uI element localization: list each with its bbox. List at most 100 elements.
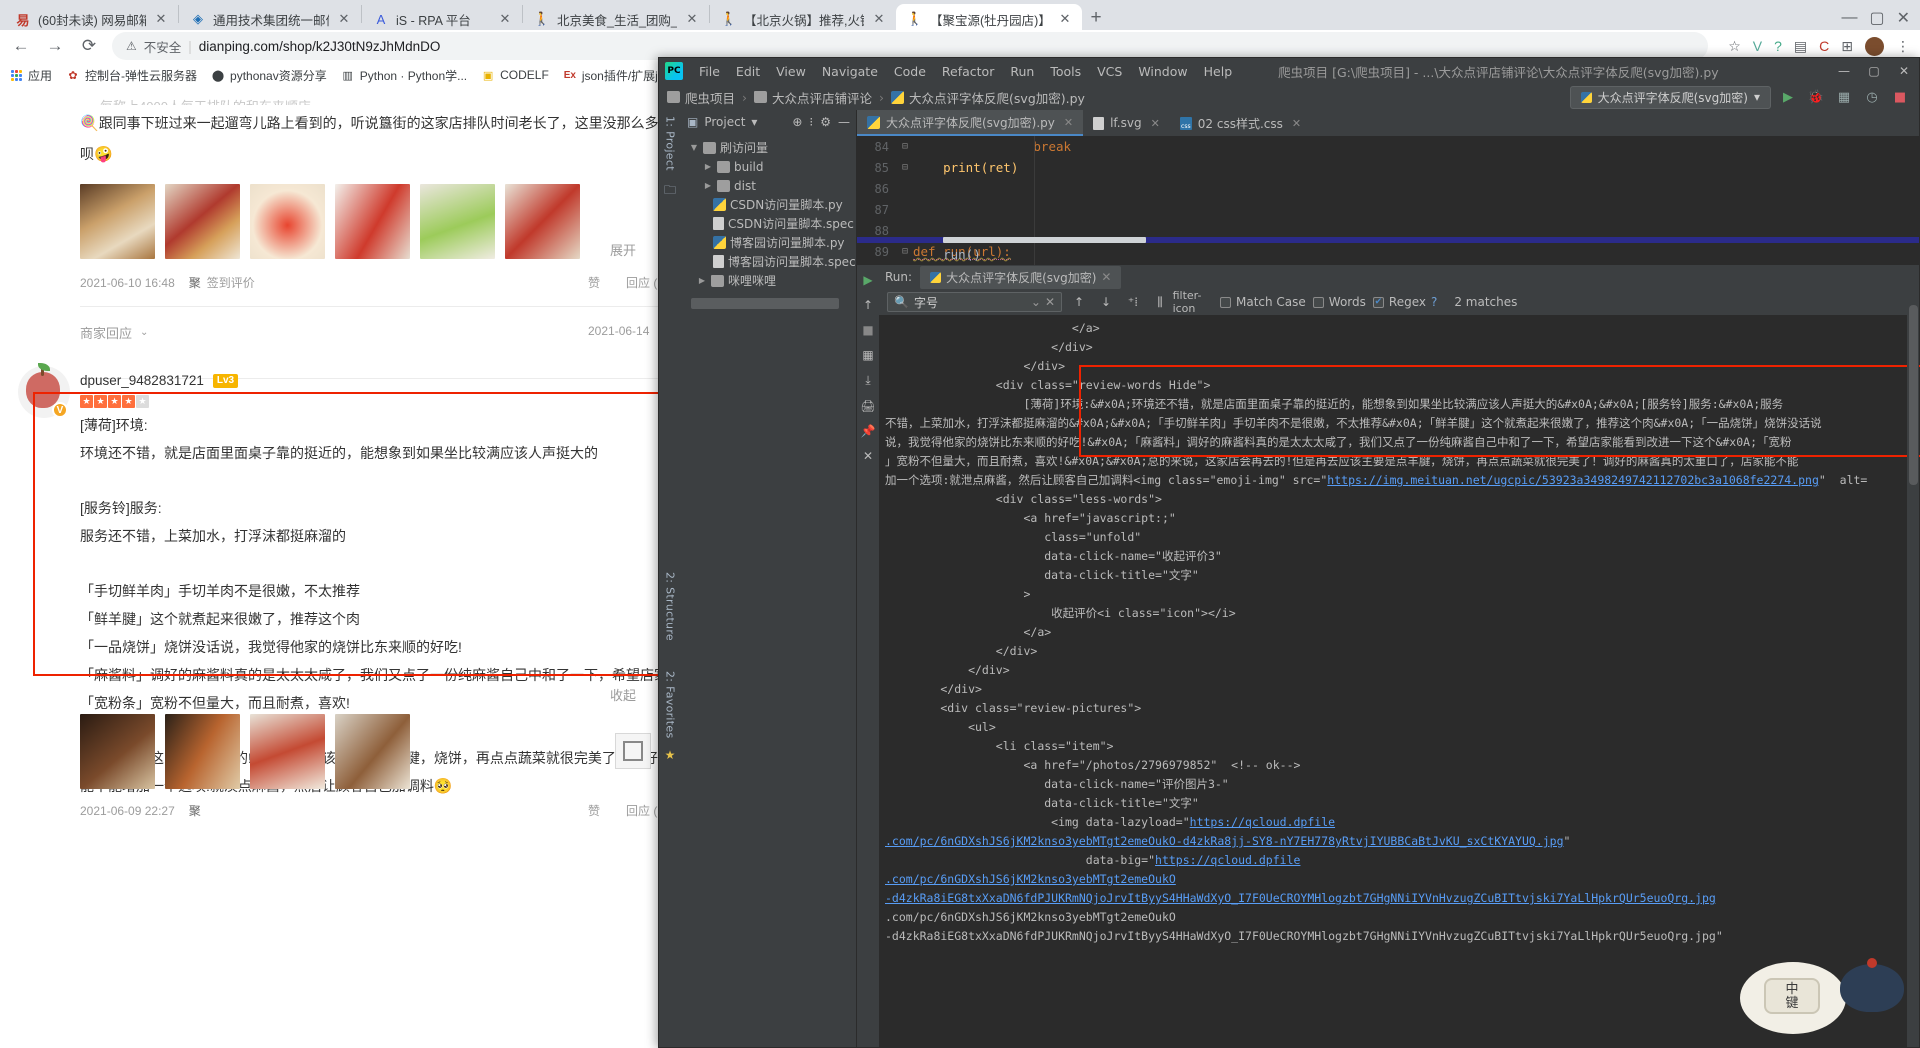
collapse-icon[interactable]: ⁝ (809, 115, 813, 129)
bookmark-pythonav[interactable]: ⬤ pythonav资源分享 (211, 67, 327, 84)
lazyload-url-link-cont[interactable]: .com/pc/6nGDXshJS6jKM2knso3yebMTgt2emeOu… (885, 834, 1564, 848)
tree-node-6[interactable]: 博客园访问量脚本.spec (681, 252, 856, 271)
close-icon[interactable]: ✕ (1292, 117, 1301, 130)
help-icon[interactable]: ? (1431, 295, 1437, 309)
reload-icon[interactable]: ⟳ (78, 36, 100, 56)
console-vertical-scrollbar[interactable] (1907, 265, 1919, 1047)
menu-tools[interactable]: Tools (1042, 61, 1089, 82)
close-icon[interactable]: ✕ (684, 11, 700, 27)
stop-run-icon[interactable]: ■ (862, 323, 873, 337)
close-icon[interactable]: ✕ (336, 11, 352, 27)
code-fold-icon[interactable]: ⊟ (897, 162, 913, 173)
review-photo[interactable] (250, 184, 325, 259)
project-tree-scrollbar[interactable] (691, 298, 839, 309)
bookmark-python[interactable]: ▥ Python · Python学... (341, 67, 467, 84)
debug-icon[interactable]: 🐞 (1805, 87, 1827, 107)
search-input[interactable]: 🔍 字号 ⌄ ✕ (887, 292, 1062, 312)
find-prev-button[interactable]: ↑ (1069, 292, 1089, 312)
tree-node-3[interactable]: CSDN访问量脚本.py (681, 195, 856, 214)
tree-node-5[interactable]: 博客园访问量脚本.py (681, 233, 856, 252)
review-photo[interactable] (80, 714, 155, 789)
editor-horizontal-scrollbar[interactable] (857, 237, 1919, 243)
image-url-link[interactable]: https://img.meituan.net/ugcpic/53923a349… (1327, 473, 1819, 487)
pin-icon[interactable]: 📌 (861, 424, 876, 438)
breadcrumb-item-folder[interactable]: 大众点评店铺评论 (754, 88, 872, 107)
new-tab-button[interactable]: + (1082, 4, 1110, 32)
editor-tab-css[interactable]: css 02 css样式.css ✕ (1170, 110, 1311, 136)
menu-help[interactable]: Help (1196, 61, 1241, 82)
back-icon[interactable]: ← (10, 36, 32, 56)
sidebar-item-structure[interactable]: 2: Structure (664, 572, 677, 641)
breadcrumb-item-project[interactable]: 爬虫项目 (667, 88, 735, 107)
chrome-menu-icon[interactable]: ⋮ (1896, 38, 1910, 55)
tree-node-4[interactable]: CSDN访问量脚本.spec (681, 214, 856, 233)
filter-icon[interactable]: filter-icon (1177, 292, 1197, 312)
tree-node-0[interactable]: ▼ 刷访问量 (681, 138, 856, 157)
like-button[interactable]: 赞 (588, 274, 600, 291)
review-photo[interactable] (165, 184, 240, 259)
close-icon[interactable]: ✕ (1064, 116, 1073, 129)
hide-icon[interactable]: — (838, 115, 850, 129)
sidebar-item-favorites[interactable]: 2: Favorites (664, 671, 677, 739)
extension-help-icon[interactable]: ? (1774, 38, 1782, 54)
code-fold-icon[interactable]: ⊟ (897, 141, 913, 152)
tree-node-2[interactable]: ▶ dist (681, 176, 856, 195)
review-photo[interactable] (80, 184, 155, 259)
run-icon[interactable]: ▶ (1777, 87, 1799, 107)
extension-list-icon[interactable]: ▤ (1794, 38, 1807, 55)
scroll-thumb[interactable] (1909, 305, 1918, 485)
tree-node-7[interactable]: ▶ 咪哩咪哩 (681, 271, 856, 290)
menu-navigate[interactable]: Navigate (814, 61, 886, 82)
stop-icon[interactable]: ■ (1889, 87, 1911, 107)
folder-icon[interactable]: 🗀 (664, 181, 676, 202)
shop-reply-toggle[interactable]: 商家回应 ⌄ (80, 323, 148, 342)
match-case-checkbox[interactable]: Match Case (1220, 295, 1306, 309)
databig-url-link[interactable]: https://qcloud.dpfile (1155, 853, 1300, 867)
avatar[interactable]: V (18, 366, 70, 418)
review-photo[interactable] (335, 184, 410, 259)
menu-window[interactable]: Window (1130, 61, 1195, 82)
grid-view-icon[interactable]: ▦ (862, 348, 873, 362)
window-close-icon[interactable]: ✕ (1897, 8, 1910, 28)
avatar[interactable] (1865, 37, 1884, 56)
scroll-thumb[interactable] (943, 237, 1146, 243)
review-photo[interactable] (505, 184, 580, 259)
menu-file[interactable]: File (691, 61, 728, 82)
coverage-icon[interactable]: ▦ (1833, 87, 1855, 107)
bookmark-apps[interactable]: 应用 (9, 67, 52, 84)
menu-code[interactable]: Code (886, 61, 934, 82)
select-all-occurrences-icon[interactable]: ⁺⁞ (1123, 292, 1143, 312)
close-icon[interactable]: ✕ (153, 11, 169, 27)
editor-tab-python[interactable]: 大众点评字体反爬(svg加密).py ✕ (857, 110, 1083, 136)
chevron-right-icon[interactable]: ▶ (703, 181, 713, 190)
menu-edit[interactable]: Edit (728, 61, 768, 82)
extension-v-icon[interactable]: V (1753, 38, 1762, 54)
menu-vcs[interactable]: VCS (1089, 61, 1130, 82)
review-photo[interactable] (165, 714, 240, 789)
chevron-right-icon[interactable]: ▶ (703, 162, 713, 171)
find-next-button[interactable]: ↓ (1096, 292, 1116, 312)
code-editor[interactable]: 84 ⊟ break 85 ⊟ print(ret) 86 (857, 136, 1919, 265)
close-icon[interactable]: ✕ (1101, 270, 1111, 284)
close-icon[interactable]: ✕ (871, 11, 887, 27)
scroll-up-icon[interactable]: ↑ (863, 298, 873, 312)
close-icon[interactable]: ✕ (1151, 117, 1160, 130)
reviewer-username[interactable]: dpuser_9482831721 (80, 373, 204, 388)
run-configuration-selector[interactable]: 大众点评字体反爬(svg加密) ▾ (1570, 86, 1771, 109)
profile-icon[interactable]: ◷ (1861, 87, 1883, 107)
close-icon[interactable]: ✕ (1057, 11, 1073, 27)
like-button[interactable]: 赞 (588, 802, 600, 819)
address-bar[interactable]: ⚠ 不安全 | dianping.com/shop/k2J30tN9zJhMdn… (112, 32, 1708, 60)
maximize-icon[interactable]: ▢ (1869, 8, 1884, 28)
find-in-selection-icon[interactable]: ⫼ (1150, 292, 1170, 312)
menu-refactor[interactable]: Refactor (934, 61, 1002, 82)
top-review-expand-button[interactable]: 展开 (610, 240, 636, 259)
chevron-down-icon[interactable]: ▾ (751, 115, 757, 129)
editor-tab-svg[interactable]: lf.svg ✕ (1083, 110, 1170, 136)
databig-url-link-cont[interactable]: .com/pc/6nGDXshJS6jKM2knso3yebMTgt2emeOu… (885, 872, 1176, 886)
run-console-output[interactable]: </a> </div> </div> <div class="review-wo… (879, 315, 1919, 1047)
breadcrumb-item-file[interactable]: 大众点评字体反爬(svg加密).py (891, 88, 1085, 107)
sidebar-item-project[interactable]: 1: Project (664, 116, 677, 171)
minimize-icon[interactable]: — (1829, 58, 1859, 84)
tree-node-1[interactable]: ▶ build (681, 157, 856, 176)
